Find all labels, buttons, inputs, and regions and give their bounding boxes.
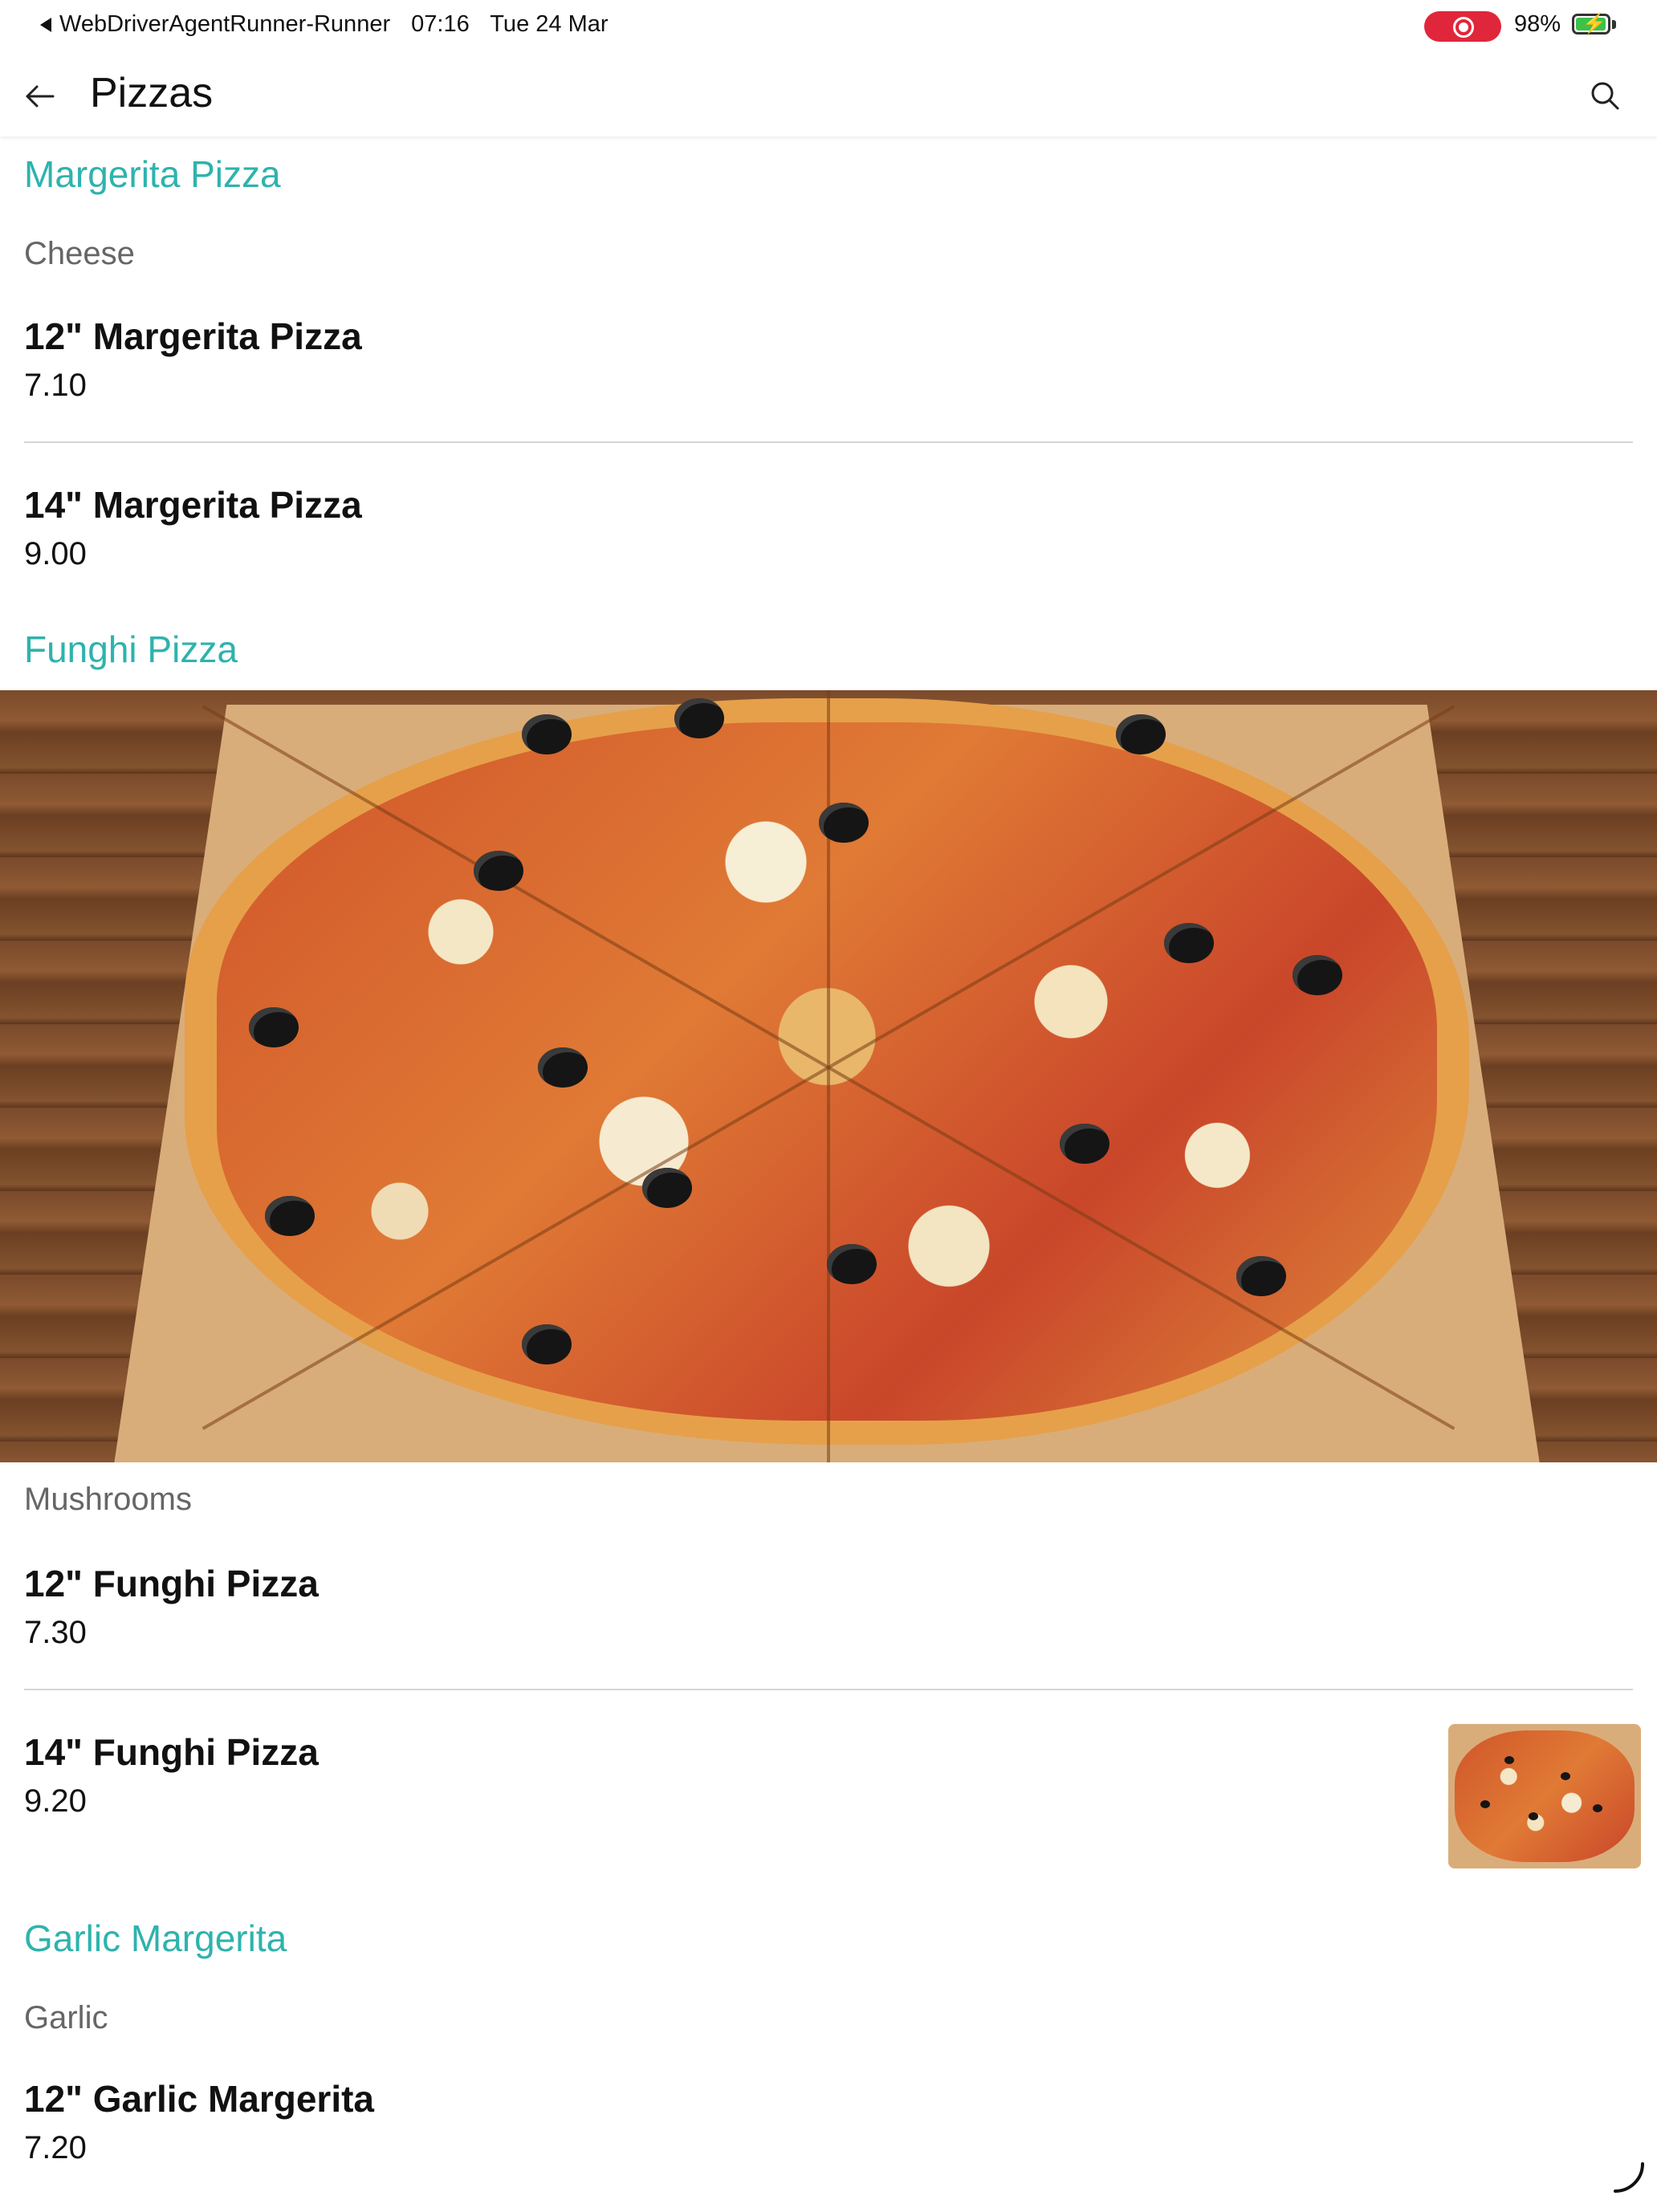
pizza-thumbnail[interactable] (1448, 1724, 1641, 1868)
olive (538, 1047, 588, 1088)
battery-percentage: 98% (1514, 11, 1561, 37)
battery-icon: ⚡ (1572, 14, 1610, 35)
olive (674, 698, 724, 738)
section-description-funghi: Mushrooms (24, 1482, 192, 1517)
thumbnail-pizza (1455, 1730, 1635, 1862)
menu-item[interactable]: 14" Funghi Pizza 9.20 (0, 1721, 1657, 1881)
charging-bolt-icon: ⚡ (1582, 13, 1606, 35)
battery-cap (1612, 20, 1616, 29)
olive (642, 1168, 692, 1208)
olive (1529, 1812, 1538, 1820)
olive (1593, 1804, 1602, 1812)
item-name: 14" Funghi Pizza (24, 1731, 319, 1773)
status-bar: WebDriverAgentRunner-Runner 07:16 Tue 24… (0, 0, 1657, 51)
menu-item[interactable]: 12" Margerita Pizza 7.10 (0, 305, 1657, 449)
arrow-left-icon[interactable] (22, 79, 58, 114)
search-icon[interactable] (1588, 79, 1622, 112)
back-to-app-link[interactable]: WebDriverAgentRunner-Runner (40, 11, 390, 37)
olive (1561, 1772, 1570, 1780)
olive (1480, 1800, 1490, 1808)
status-date: Tue 24 Mar (490, 11, 609, 37)
item-name: 12" Margerita Pizza (24, 315, 362, 357)
divider (24, 1689, 1633, 1690)
olive (1236, 1256, 1286, 1296)
section-description-margerita: Cheese (24, 236, 135, 271)
olive (265, 1196, 315, 1236)
olive (522, 1324, 572, 1364)
menu-item[interactable]: 12" Funghi Pizza 7.30 (0, 1552, 1657, 1697)
status-left: WebDriverAgentRunner-Runner 07:16 Tue 24… (40, 11, 623, 38)
slice-cut (827, 690, 830, 1067)
back-app-label: WebDriverAgentRunner-Runner (59, 11, 391, 37)
item-price: 7.30 (24, 1615, 87, 1650)
item-name: 14" Margerita Pizza (24, 484, 362, 526)
section-title-funghi: Funghi Pizza (24, 628, 238, 670)
record-dot-icon (1459, 22, 1468, 32)
olive (1293, 955, 1342, 995)
olive (1116, 714, 1166, 754)
item-name: 12" Funghi Pizza (24, 1563, 319, 1604)
section-title-margerita: Margerita Pizza (24, 153, 281, 195)
section-title-garlic-margerita: Garlic Margerita (24, 1917, 287, 1959)
olive (522, 714, 572, 754)
pizza-photo (0, 690, 1657, 1462)
back-triangle-icon (40, 18, 51, 33)
page-title: Pizzas (90, 70, 214, 116)
olive (1504, 1756, 1514, 1764)
section-description-garlic: Garlic (24, 2000, 108, 2035)
olive (1164, 923, 1214, 963)
menu-item[interactable]: 14" Margerita Pizza 9.00 (0, 474, 1657, 618)
item-price: 9.20 (24, 1783, 87, 1819)
item-price: 7.10 (24, 368, 87, 403)
screen-recording-indicator[interactable] (1424, 11, 1501, 42)
item-name: 12" Garlic Margerita (24, 2078, 375, 2120)
olive (474, 851, 523, 891)
menu-item[interactable]: 12" Garlic Margerita 7.20 (0, 2068, 1657, 2212)
olive (827, 1244, 877, 1284)
olive (249, 1007, 299, 1047)
item-price: 7.20 (24, 2130, 87, 2165)
loading-spinner-icon (1614, 2162, 1644, 2193)
olive (1060, 1124, 1109, 1164)
divider (24, 441, 1633, 443)
app-bar: Pizzas (0, 51, 1657, 136)
olive (819, 803, 869, 843)
status-time: 07:16 (411, 11, 470, 37)
item-price: 9.00 (24, 536, 87, 571)
